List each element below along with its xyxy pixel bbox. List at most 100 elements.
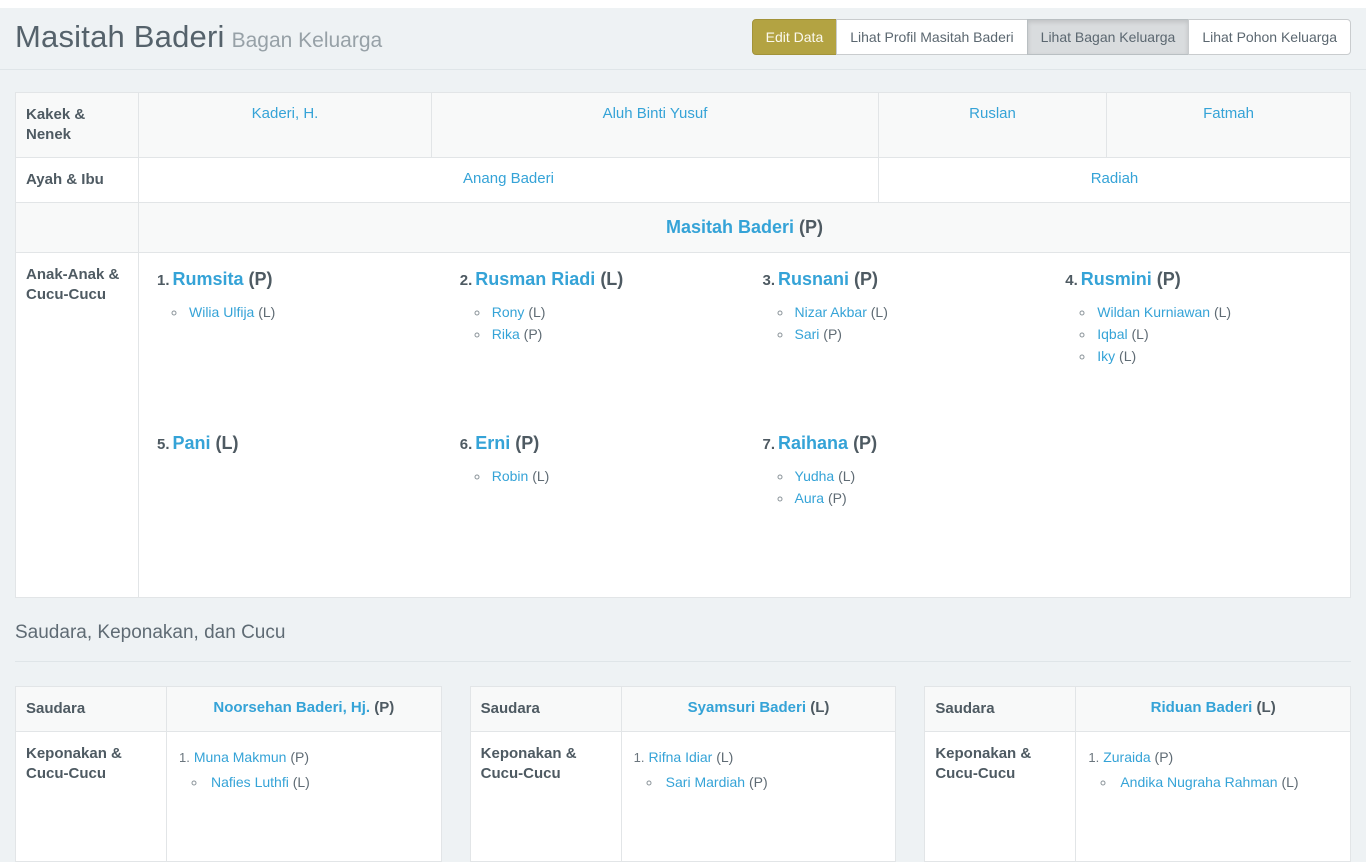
- child-gender: (L): [600, 269, 623, 289]
- view-family-tree-button[interactable]: Lihat Pohon Keluarga: [1188, 19, 1351, 55]
- grandchild-item: Robin (L): [490, 465, 733, 487]
- self-cell: Masitah Baderi (P): [139, 203, 1351, 253]
- sibling-link[interactable]: Syamsuri Baderi: [688, 699, 806, 716]
- nephew-link[interactable]: Muna Makmun: [194, 749, 287, 765]
- parent-link[interactable]: Anang Baderi: [463, 170, 554, 187]
- child-number: 1.: [157, 272, 170, 289]
- nephews-row-label: Keponakan & Cucu-Cucu: [16, 732, 167, 862]
- grandchild-gender: (L): [528, 304, 545, 320]
- child-link[interactable]: Rusmini: [1081, 269, 1152, 289]
- child-gender: (P): [853, 433, 877, 453]
- child-item: 7.Raihana (P) Yudha (L) Aura (P): [745, 433, 1048, 571]
- self-row-spacer: [16, 203, 139, 253]
- children-row: Anak-Anak & Cucu-Cucu 1.Rumsita (P) Wili…: [16, 253, 1351, 598]
- page-header: Masitah BaderiBagan Keluarga Edit Data L…: [0, 8, 1366, 70]
- grandchild-gender: (L): [532, 468, 549, 484]
- child-link[interactable]: Pani: [173, 433, 211, 453]
- grandchild-link[interactable]: Yudha: [795, 468, 835, 484]
- grandchild-gender: (P): [828, 490, 847, 506]
- nephew-child-gender: (L): [293, 774, 310, 790]
- child-link[interactable]: Rumsita: [173, 269, 244, 289]
- grandchild-gender: (L): [1214, 304, 1231, 320]
- grandchildren-list: Yudha (L) Aura (P): [763, 465, 1036, 509]
- nephews-row-label: Keponakan & Cucu-Cucu: [925, 732, 1076, 862]
- nephews-cell: 1.Muna Makmun (P) Nafies Luthfi (L): [167, 732, 442, 862]
- grandchild-link[interactable]: Wildan Kurniawan: [1097, 304, 1210, 320]
- nephew-child-link[interactable]: Nafies Luthfi: [211, 774, 289, 790]
- nephew-child-item: Sari Mardiah (P): [662, 771, 886, 793]
- grandchild-item: Wilia Ulfija (L): [187, 301, 430, 323]
- sibling-link[interactable]: Noorsehan Baderi, Hj.: [213, 699, 370, 716]
- grandchild-item: Rika (P): [490, 323, 733, 345]
- grandchild-link[interactable]: Wilia Ulfija: [189, 304, 254, 320]
- sibling-card: Saudara Noorsehan Baderi, Hj. (P) Kepona…: [15, 686, 442, 862]
- self-gender: (P): [799, 217, 823, 237]
- header-button-group: Edit Data Lihat Profil Masitah Baderi Li…: [752, 19, 1351, 55]
- edit-data-button[interactable]: Edit Data: [752, 19, 838, 55]
- view-family-chart-button[interactable]: Lihat Bagan Keluarga: [1027, 19, 1190, 55]
- nephew-child-gender: (L): [1281, 774, 1298, 790]
- child-item: 2.Rusman Riadi (L) Rony (L) Rika (P): [442, 269, 745, 407]
- family-chart-table: Kakek & Nenek Kaderi, H. Aluh Binti Yusu…: [15, 92, 1351, 598]
- sibling-name-cell: Noorsehan Baderi, Hj. (P): [167, 687, 442, 732]
- child-gender: (L): [216, 433, 239, 453]
- grandparent-cell: Aluh Binti Yusuf: [432, 93, 879, 158]
- grandparent-link[interactable]: Fatmah: [1203, 105, 1254, 122]
- grandchild-item: Rony (L): [490, 301, 733, 323]
- sibling-gender: (L): [1257, 699, 1276, 716]
- child-heading: 4.Rusmini (P): [1065, 269, 1338, 290]
- nephew-child-link[interactable]: Sari Mardiah: [666, 774, 745, 790]
- page-subtitle: Bagan Keluarga: [232, 29, 383, 52]
- nephews-list: 1.Muna Makmun (P) Nafies Luthfi (L): [179, 746, 431, 793]
- child-heading: 6.Erni (P): [460, 433, 733, 454]
- sibling-name-cell: Syamsuri Baderi (L): [621, 687, 896, 732]
- nephews-row-label: Keponakan & Cucu-Cucu: [470, 732, 621, 862]
- grandchild-link[interactable]: Nizar Akbar: [795, 304, 867, 320]
- main-content: Kakek & Nenek Kaderi, H. Aluh Binti Yusu…: [0, 70, 1366, 862]
- child-number: 3.: [763, 272, 776, 289]
- child-link[interactable]: Erni: [475, 433, 510, 453]
- nephew-number: 1.: [179, 750, 190, 765]
- grandchild-link[interactable]: Aura: [795, 490, 825, 506]
- children-row-label: Anak-Anak & Cucu-Cucu: [16, 253, 139, 598]
- parent-cell: Anang Baderi: [139, 158, 879, 203]
- sibling-gender: (P): [374, 699, 394, 716]
- child-item: 5.Pani (L): [139, 433, 442, 571]
- sibling-row-label: Saudara: [925, 687, 1076, 732]
- grandchild-gender: (L): [838, 468, 855, 484]
- grandchild-link[interactable]: Robin: [492, 468, 529, 484]
- parent-link[interactable]: Radiah: [1091, 170, 1139, 187]
- sibling-card: Saudara Riduan Baderi (L) Keponakan & Cu…: [924, 686, 1351, 862]
- sibling-row-label: Saudara: [470, 687, 621, 732]
- nephew-child-link[interactable]: Andika Nugraha Rahman: [1120, 774, 1277, 790]
- view-profile-button[interactable]: Lihat Profil Masitah Baderi: [836, 19, 1027, 55]
- nephew-link[interactable]: Zuraida: [1103, 749, 1150, 765]
- child-link[interactable]: Rusnani: [778, 269, 849, 289]
- grandparent-link[interactable]: Ruslan: [969, 105, 1016, 122]
- grandparent-link[interactable]: Aluh Binti Yusuf: [603, 105, 708, 122]
- sibling-link[interactable]: Riduan Baderi: [1151, 699, 1253, 716]
- grandchild-item: Sari (P): [793, 323, 1036, 345]
- self-link[interactable]: Masitah Baderi: [666, 217, 794, 237]
- grandparents-row: Kakek & Nenek Kaderi, H. Aluh Binti Yusu…: [16, 93, 1351, 158]
- grandparent-link[interactable]: Kaderi, H.: [252, 105, 319, 122]
- grandchild-link[interactable]: Rika: [492, 326, 520, 342]
- child-link[interactable]: Raihana: [778, 433, 848, 453]
- siblings-section-heading: Saudara, Keponakan, dan Cucu: [15, 622, 1351, 662]
- child-item: 6.Erni (P) Robin (L): [442, 433, 745, 571]
- child-link[interactable]: Rusman Riadi: [475, 269, 595, 289]
- grandchild-link[interactable]: Sari: [795, 326, 820, 342]
- grandchild-link[interactable]: Iky: [1097, 348, 1115, 364]
- child-number: 5.: [157, 436, 170, 453]
- grandchild-link[interactable]: Iqbal: [1097, 326, 1127, 342]
- sibling-name-cell: Riduan Baderi (L): [1076, 687, 1351, 732]
- sibling-row: Saudara Noorsehan Baderi, Hj. (P): [16, 687, 442, 732]
- sibling-row: Saudara Syamsuri Baderi (L): [470, 687, 896, 732]
- grandchild-link[interactable]: Rony: [492, 304, 525, 320]
- child-number: 7.: [763, 436, 776, 453]
- nephew-children-list: Andika Nugraha Rahman (L): [1088, 771, 1340, 793]
- grandchild-gender: (P): [823, 326, 842, 342]
- top-strip: [0, 0, 1366, 8]
- nephew-link[interactable]: Rifna Idiar: [649, 749, 713, 765]
- grandparent-cell: Ruslan: [879, 93, 1107, 158]
